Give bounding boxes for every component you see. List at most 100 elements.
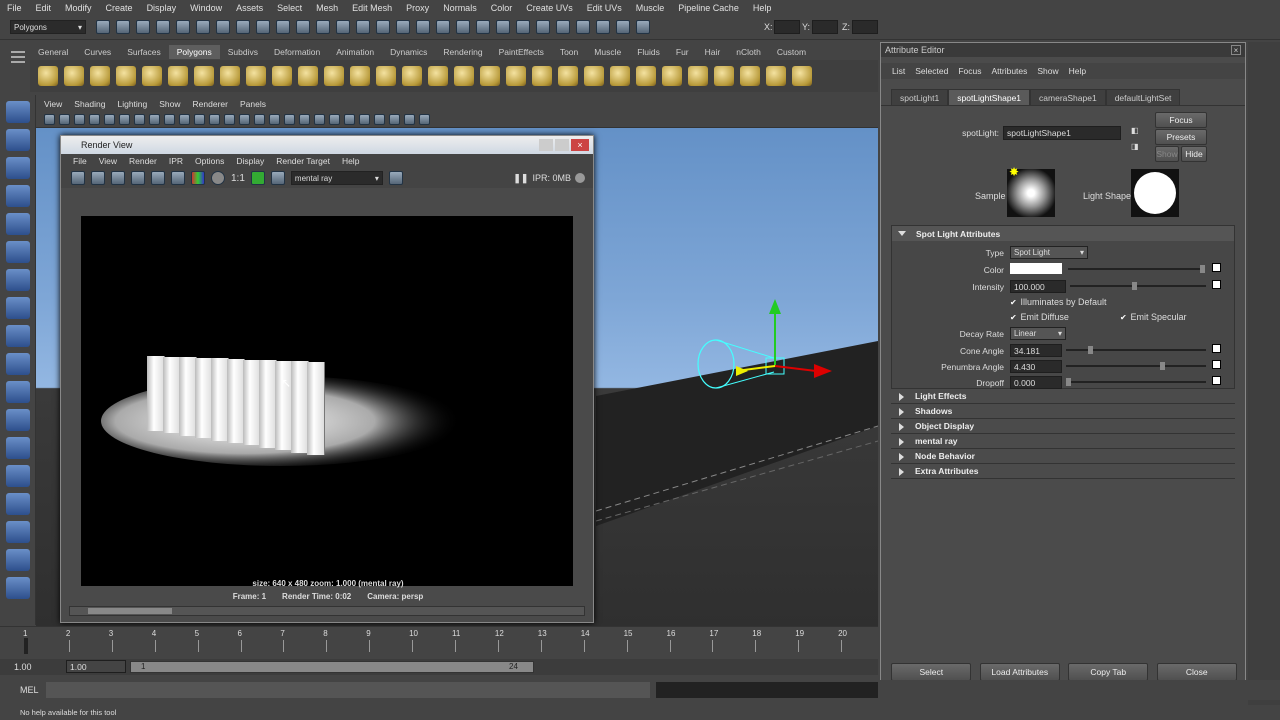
toolbar-tool-icon[interactable]: [556, 20, 570, 34]
polygon-tool-icon[interactable]: [350, 66, 370, 86]
toolbar-tool-icon[interactable]: [136, 20, 150, 34]
maximize-icon[interactable]: [555, 139, 569, 151]
shelf-tab-surfaces[interactable]: Surfaces: [119, 45, 169, 59]
viewport-menu-show[interactable]: Show: [153, 99, 186, 109]
close-icon[interactable]: ×: [1231, 45, 1241, 55]
intensity-field[interactable]: 100.000: [1010, 280, 1066, 293]
menu-help[interactable]: Help: [746, 3, 779, 13]
viewport-tool-icon[interactable]: [269, 114, 280, 125]
toolbox-tool-icon[interactable]: [5, 521, 30, 543]
toolbar-tool-icon[interactable]: [416, 20, 430, 34]
toolbox-tool-icon[interactable]: [5, 101, 30, 123]
toolbox-tool-icon[interactable]: [5, 297, 30, 319]
menu-muscle[interactable]: Muscle: [629, 3, 672, 13]
toolbox-tool-icon[interactable]: [5, 213, 30, 235]
viewport-tool-icon[interactable]: [44, 114, 55, 125]
toolbar-tool-icon[interactable]: [616, 20, 630, 34]
emit-diffuse-checkbox[interactable]: ✔ Emit Diffuse: [1010, 312, 1069, 322]
viewport-tool-icon[interactable]: [59, 114, 70, 125]
polygon-tool-icon[interactable]: [584, 66, 604, 86]
menu-normals[interactable]: Normals: [436, 3, 484, 13]
section-object-display[interactable]: Object Display: [891, 419, 1235, 434]
alpha-icon[interactable]: [211, 171, 225, 185]
shelf-tab-fluids[interactable]: Fluids: [629, 45, 668, 59]
toolbox-tool-icon[interactable]: [5, 241, 30, 263]
time-slider[interactable]: 1 2 3 4 5 6 7 8 9 10 11 12 13 14 15 16 17 18 19 20: [0, 626, 878, 656]
ae-menu-show[interactable]: Show: [1032, 66, 1063, 76]
toolbox-tool-icon[interactable]: [5, 381, 30, 403]
shelf-menu-icon[interactable]: [8, 45, 28, 85]
menu-file[interactable]: File: [0, 3, 29, 13]
toolbar-tool-icon[interactable]: [196, 20, 210, 34]
viewport-menu-panels[interactable]: Panels: [234, 99, 272, 109]
menu-display[interactable]: Display: [140, 3, 184, 13]
shelf-tab-hair[interactable]: Hair: [697, 45, 729, 59]
toolbar-tool-icon[interactable]: [516, 20, 530, 34]
toolbox-tool-icon[interactable]: [5, 577, 30, 599]
shelf-tab-polygons[interactable]: Polygons: [168, 45, 220, 59]
cone-angle-slider[interactable]: [1066, 346, 1206, 354]
snapshot-icon[interactable]: [111, 171, 125, 185]
ae-menu-list[interactable]: List: [887, 66, 910, 76]
start-time-field[interactable]: 1.00: [14, 662, 32, 672]
display-icon[interactable]: [171, 171, 185, 185]
toolbox-tool-icon[interactable]: [5, 437, 30, 459]
tab-camerashape1[interactable]: cameraShape1: [1030, 89, 1106, 105]
section-mental-ray[interactable]: mental ray: [891, 434, 1235, 449]
toolbox-tool-icon[interactable]: [5, 157, 30, 179]
viewport-tool-icon[interactable]: [164, 114, 175, 125]
menu-modify[interactable]: Modify: [58, 3, 99, 13]
polygon-tool-icon[interactable]: [480, 66, 500, 86]
hide-button[interactable]: Hide: [1181, 146, 1207, 162]
show-button[interactable]: Show: [1155, 146, 1179, 162]
toolbox-tool-icon[interactable]: [5, 353, 30, 375]
map-button-icon[interactable]: [1212, 344, 1221, 353]
menu-edit-uvs[interactable]: Edit UVs: [580, 3, 629, 13]
toolbar-tool-icon[interactable]: [96, 20, 110, 34]
rgb-icon[interactable]: [191, 171, 205, 185]
polygon-tool-icon[interactable]: [246, 66, 266, 86]
shelf-tab-toon[interactable]: Toon: [552, 45, 586, 59]
viewport-tool-icon[interactable]: [284, 114, 295, 125]
toolbar-tool-icon[interactable]: [436, 20, 450, 34]
focus-button[interactable]: Focus: [1155, 112, 1207, 128]
presets-button[interactable]: Presets: [1155, 129, 1207, 145]
node-name-field[interactable]: spotLightShape1: [1003, 126, 1121, 140]
polygon-tool-icon[interactable]: [792, 66, 812, 86]
polygon-tool-icon[interactable]: [168, 66, 188, 86]
intensity-slider[interactable]: [1070, 282, 1206, 290]
polygon-tool-icon[interactable]: [688, 66, 708, 86]
menu-mesh[interactable]: Mesh: [309, 3, 345, 13]
dropoff-field[interactable]: 0.000: [1010, 376, 1062, 389]
shelf-tab-subdivs[interactable]: Subdivs: [220, 45, 266, 59]
viewport-tool-icon[interactable]: [119, 114, 130, 125]
render-menu-file[interactable]: File: [67, 156, 93, 166]
toolbar-tool-icon[interactable]: [396, 20, 410, 34]
map-button-icon[interactable]: [1212, 360, 1221, 369]
ae-menu-attributes[interactable]: Attributes: [986, 66, 1032, 76]
mel-input[interactable]: [46, 682, 650, 698]
map-button-icon[interactable]: [1212, 376, 1221, 385]
toolbox-tool-icon[interactable]: [5, 549, 30, 571]
close-button[interactable]: Close: [1156, 663, 1237, 681]
render-view-scrollbar[interactable]: [69, 606, 585, 616]
polygon-tool-icon[interactable]: [558, 66, 578, 86]
toolbar-tool-icon[interactable]: [536, 20, 550, 34]
viewport-tool-icon[interactable]: [404, 114, 415, 125]
polygon-tool-icon[interactable]: [766, 66, 786, 86]
shelf-tab-rendering[interactable]: Rendering: [435, 45, 490, 59]
toolbar-tool-icon[interactable]: [176, 20, 190, 34]
render-menu-view[interactable]: View: [93, 156, 123, 166]
polygon-tool-icon[interactable]: [298, 66, 318, 86]
viewport-menu-view[interactable]: View: [38, 99, 68, 109]
render-menu-render-target[interactable]: Render Target: [270, 156, 336, 166]
render-icon[interactable]: [71, 171, 85, 185]
ae-menu-selected[interactable]: Selected: [910, 66, 953, 76]
tab-defaultlightset[interactable]: defaultLightSet: [1105, 89, 1181, 105]
input-connection-icon[interactable]: ◧: [1131, 126, 1139, 135]
viewport-tool-icon[interactable]: [149, 114, 160, 125]
close-icon[interactable]: ×: [571, 139, 589, 151]
map-button-icon[interactable]: [1212, 280, 1221, 289]
shelf-tab-dynamics[interactable]: Dynamics: [382, 45, 435, 59]
menu-pipeline-cache[interactable]: Pipeline Cache: [671, 3, 746, 13]
